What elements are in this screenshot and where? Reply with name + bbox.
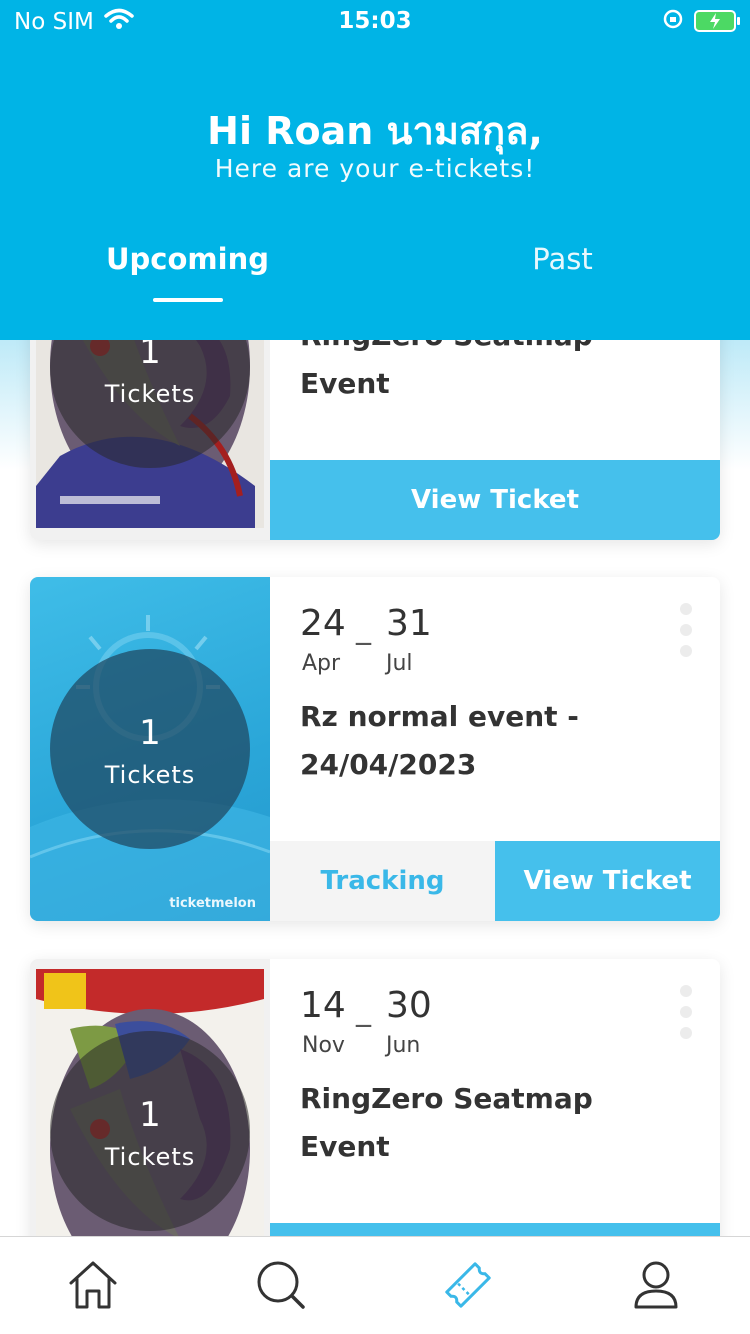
home-icon[interactable] (65, 1257, 121, 1313)
end-day: 30 (386, 985, 432, 1026)
tab-past[interactable]: Past (375, 242, 750, 276)
ticket-count-label: Tickets (104, 380, 196, 408)
event-dates: 24 Apr _ 31 Jul (300, 603, 660, 683)
event-title: RingZero Seatmap Event (300, 1082, 593, 1163)
start-month: Apr (302, 651, 341, 676)
bottom-nav (0, 1236, 750, 1334)
start-month: Nov (302, 1033, 345, 1058)
date-separator: _ (356, 993, 371, 1028)
header: No SIM 15:03 Hi Roan นามสกุล, Here are y… (0, 0, 750, 340)
event-image: 1 Tickets (30, 959, 270, 1236)
ticket-count-label: Tickets (104, 1143, 196, 1171)
subtitle: Here are your e-tickets! (214, 154, 536, 183)
start-day: 24 (300, 603, 346, 644)
status-bar: No SIM 15:03 (0, 0, 750, 40)
view-ticket-button[interactable]: View Ticket (270, 460, 720, 540)
more-options-icon[interactable] (680, 603, 694, 666)
ticket-card[interactable]: 1 Tickets 14 Nov _ 30 Jun RingZero Seatm… (30, 959, 720, 1236)
more-options-icon[interactable] (680, 985, 694, 1048)
event-title-line1: Rz normal event - (300, 700, 579, 733)
end-month: Jun (386, 1033, 421, 1058)
ticket-count-badge: 1 Tickets (50, 1031, 250, 1231)
view-ticket-button[interactable]: View Ticket (495, 841, 720, 921)
brand-logo: ticketmelon (169, 896, 256, 911)
view-ticket-button[interactable] (270, 1223, 720, 1236)
event-dates: 14 Nov _ 30 Jun (300, 985, 660, 1065)
ticket-icon[interactable] (440, 1257, 496, 1313)
ticket-count: 1 (139, 1095, 161, 1135)
event-title: Rz normal event - 24/04/2023 (300, 693, 690, 789)
ticket-count-badge: 1 Tickets (50, 649, 250, 849)
tab-upcoming[interactable]: Upcoming (0, 242, 375, 276)
profile-icon[interactable] (628, 1257, 684, 1313)
end-month: Jul (386, 651, 413, 676)
tracking-button[interactable]: Tracking (270, 841, 495, 921)
event-title-line2: 24/04/2023 (300, 748, 477, 781)
search-icon[interactable] (253, 1257, 309, 1313)
battery-icon (694, 10, 740, 32)
rotation-lock-icon (662, 8, 684, 34)
date-separator: _ (356, 611, 371, 646)
end-day: 31 (386, 603, 432, 644)
clock: 15:03 (338, 8, 412, 34)
ticket-count: 1 (139, 713, 161, 753)
ticket-count-label: Tickets (104, 761, 196, 789)
start-day: 14 (300, 985, 346, 1026)
event-image: 1 Tickets ticketmelon (30, 577, 271, 921)
tab-indicator (153, 298, 223, 302)
greeting: Hi Roan นามสกุล, (207, 109, 543, 153)
ticket-card[interactable]: 1 Tickets ticketmelon 24 Apr _ 31 Jul Rz… (30, 577, 720, 921)
